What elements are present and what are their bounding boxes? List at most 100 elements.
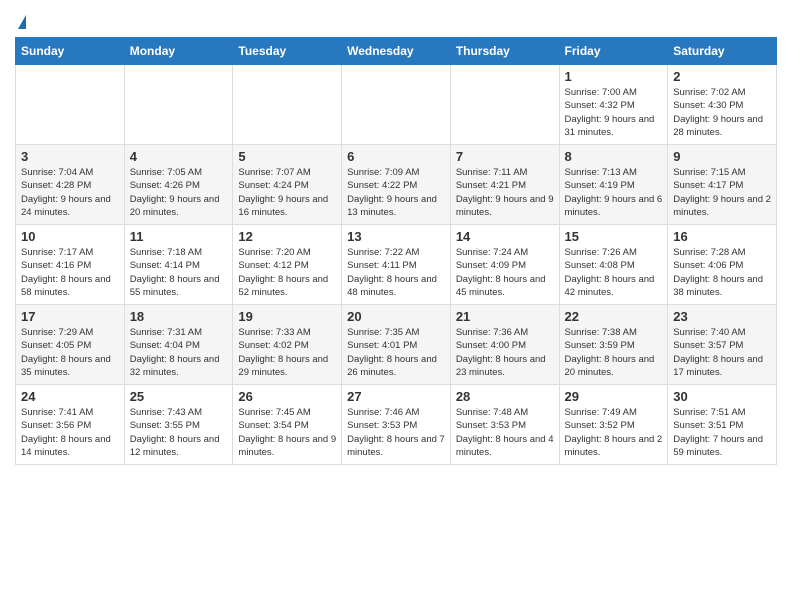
day-info: Sunrise: 7:29 AM Sunset: 4:05 PM Dayligh… xyxy=(21,326,119,379)
day-number: 20 xyxy=(347,309,445,324)
calendar-cell: 3 Sunrise: 7:04 AM Sunset: 4:28 PM Daylig… xyxy=(16,145,125,225)
day-info: Sunrise: 7:51 AM Sunset: 3:51 PM Dayligh… xyxy=(673,406,771,459)
day-info: Sunrise: 7:17 AM Sunset: 4:16 PM Dayligh… xyxy=(21,246,119,299)
calendar-cell: 8 Sunrise: 7:13 AM Sunset: 4:19 PM Daylig… xyxy=(559,145,668,225)
day-info: Sunrise: 7:04 AM Sunset: 4:28 PM Dayligh… xyxy=(21,166,119,219)
calendar-cell: 17 Sunrise: 7:29 AM Sunset: 4:05 PM Dayli… xyxy=(16,305,125,385)
calendar-cell: 2 Sunrise: 7:02 AM Sunset: 4:30 PM Daylig… xyxy=(668,65,777,145)
day-info: Sunrise: 7:48 AM Sunset: 3:53 PM Dayligh… xyxy=(456,406,554,459)
day-info: Sunrise: 7:41 AM Sunset: 3:56 PM Dayligh… xyxy=(21,406,119,459)
day-info: Sunrise: 7:15 AM Sunset: 4:17 PM Dayligh… xyxy=(673,166,771,219)
day-info: Sunrise: 7:11 AM Sunset: 4:21 PM Dayligh… xyxy=(456,166,554,219)
calendar-cell: 4 Sunrise: 7:05 AM Sunset: 4:26 PM Daylig… xyxy=(124,145,233,225)
day-info: Sunrise: 7:09 AM Sunset: 4:22 PM Dayligh… xyxy=(347,166,445,219)
calendar-week-row: 10 Sunrise: 7:17 AM Sunset: 4:16 PM Dayli… xyxy=(16,225,777,305)
calendar-week-row: 24 Sunrise: 7:41 AM Sunset: 3:56 PM Dayli… xyxy=(16,385,777,465)
calendar-week-row: 3 Sunrise: 7:04 AM Sunset: 4:28 PM Daylig… xyxy=(16,145,777,225)
calendar-cell: 10 Sunrise: 7:17 AM Sunset: 4:16 PM Dayli… xyxy=(16,225,125,305)
calendar-cell: 29Sunrise: 7:49 AM Sunset: 3:52 PM Dayli… xyxy=(559,385,668,465)
day-number: 9 xyxy=(673,149,771,164)
day-number: 14 xyxy=(456,229,554,244)
day-number: 11 xyxy=(130,229,228,244)
page-header xyxy=(15,10,777,29)
day-number: 7 xyxy=(456,149,554,164)
calendar-cell: 7 Sunrise: 7:11 AM Sunset: 4:21 PM Daylig… xyxy=(450,145,559,225)
day-number: 4 xyxy=(130,149,228,164)
day-info: Sunrise: 7:36 AM Sunset: 4:00 PM Dayligh… xyxy=(456,326,554,379)
day-info: Sunrise: 7:43 AM Sunset: 3:55 PM Dayligh… xyxy=(130,406,228,459)
calendar-cell: 14 Sunrise: 7:24 AM Sunset: 4:09 PM Dayli… xyxy=(450,225,559,305)
calendar-table: SundayMondayTuesdayWednesdayThursdayFrid… xyxy=(15,37,777,465)
header-monday: Monday xyxy=(124,38,233,65)
day-info: Sunrise: 7:45 AM Sunset: 3:54 PM Dayligh… xyxy=(238,406,336,459)
day-info: Sunrise: 7:05 AM Sunset: 4:26 PM Dayligh… xyxy=(130,166,228,219)
day-number: 8 xyxy=(565,149,663,164)
day-number: 25 xyxy=(130,389,228,404)
calendar-cell: 9 Sunrise: 7:15 AM Sunset: 4:17 PM Daylig… xyxy=(668,145,777,225)
day-info: Sunrise: 7:02 AM Sunset: 4:30 PM Dayligh… xyxy=(673,86,771,139)
day-number: 30 xyxy=(673,389,771,404)
calendar-cell: 30 Sunrise: 7:51 AM Sunset: 3:51 PM Dayli… xyxy=(668,385,777,465)
day-info: Sunrise: 7:38 AM Sunset: 3:59 PM Dayligh… xyxy=(565,326,663,379)
day-info: Sunrise: 7:26 AM Sunset: 4:08 PM Dayligh… xyxy=(565,246,663,299)
logo-triangle-icon xyxy=(18,15,26,29)
day-number: 13 xyxy=(347,229,445,244)
day-number: 3 xyxy=(21,149,119,164)
header-wednesday: Wednesday xyxy=(342,38,451,65)
calendar-week-row: 1 Sunrise: 7:00 AM Sunset: 4:32 PM Daylig… xyxy=(16,65,777,145)
day-number: 2 xyxy=(673,69,771,84)
calendar-cell: 1 Sunrise: 7:00 AM Sunset: 4:32 PM Daylig… xyxy=(559,65,668,145)
calendar-cell: 23 Sunrise: 7:40 AM Sunset: 3:57 PM Dayli… xyxy=(668,305,777,385)
calendar-cell xyxy=(16,65,125,145)
day-info: Sunrise: 7:00 AM Sunset: 4:32 PM Dayligh… xyxy=(565,86,663,139)
day-number: 1 xyxy=(565,69,663,84)
day-number: 22 xyxy=(565,309,663,324)
day-number: 18 xyxy=(130,309,228,324)
day-info: Sunrise: 7:49 AM Sunset: 3:52 PM Dayligh… xyxy=(565,406,663,459)
day-number: 17 xyxy=(21,309,119,324)
calendar-cell xyxy=(124,65,233,145)
calendar-cell: 26 Sunrise: 7:45 AM Sunset: 3:54 PM Dayli… xyxy=(233,385,342,465)
day-number: 28 xyxy=(456,389,554,404)
day-info: Sunrise: 7:40 AM Sunset: 3:57 PM Dayligh… xyxy=(673,326,771,379)
day-number: 23 xyxy=(673,309,771,324)
day-number: 27 xyxy=(347,389,445,404)
calendar-header-row: SundayMondayTuesdayWednesdayThursdayFrid… xyxy=(16,38,777,65)
calendar-cell: 6 Sunrise: 7:09 AM Sunset: 4:22 PM Daylig… xyxy=(342,145,451,225)
day-info: Sunrise: 7:24 AM Sunset: 4:09 PM Dayligh… xyxy=(456,246,554,299)
header-tuesday: Tuesday xyxy=(233,38,342,65)
header-friday: Friday xyxy=(559,38,668,65)
day-number: 26 xyxy=(238,389,336,404)
day-number: 21 xyxy=(456,309,554,324)
day-info: Sunrise: 7:28 AM Sunset: 4:06 PM Dayligh… xyxy=(673,246,771,299)
header-saturday: Saturday xyxy=(668,38,777,65)
day-number: 10 xyxy=(21,229,119,244)
calendar-cell: 5 Sunrise: 7:07 AM Sunset: 4:24 PM Daylig… xyxy=(233,145,342,225)
day-number: 12 xyxy=(238,229,336,244)
day-info: Sunrise: 7:46 AM Sunset: 3:53 PM Dayligh… xyxy=(347,406,445,459)
calendar-cell: 16Sunrise: 7:28 AM Sunset: 4:06 PM Dayli… xyxy=(668,225,777,305)
calendar-cell: 25 Sunrise: 7:43 AM Sunset: 3:55 PM Dayli… xyxy=(124,385,233,465)
logo xyxy=(15,10,26,29)
header-thursday: Thursday xyxy=(450,38,559,65)
day-info: Sunrise: 7:20 AM Sunset: 4:12 PM Dayligh… xyxy=(238,246,336,299)
day-info: Sunrise: 7:07 AM Sunset: 4:24 PM Dayligh… xyxy=(238,166,336,219)
calendar-cell xyxy=(450,65,559,145)
calendar-cell xyxy=(342,65,451,145)
calendar-cell xyxy=(233,65,342,145)
day-number: 19 xyxy=(238,309,336,324)
day-number: 24 xyxy=(21,389,119,404)
day-info: Sunrise: 7:35 AM Sunset: 4:01 PM Dayligh… xyxy=(347,326,445,379)
day-number: 5 xyxy=(238,149,336,164)
calendar-cell: 27 Sunrise: 7:46 AM Sunset: 3:53 PM Dayli… xyxy=(342,385,451,465)
day-info: Sunrise: 7:31 AM Sunset: 4:04 PM Dayligh… xyxy=(130,326,228,379)
day-number: 6 xyxy=(347,149,445,164)
day-info: Sunrise: 7:13 AM Sunset: 4:19 PM Dayligh… xyxy=(565,166,663,219)
calendar-cell: 18 Sunrise: 7:31 AM Sunset: 4:04 PM Dayli… xyxy=(124,305,233,385)
day-number: 15 xyxy=(565,229,663,244)
calendar-cell: 13Sunrise: 7:22 AM Sunset: 4:11 PM Dayli… xyxy=(342,225,451,305)
day-info: Sunrise: 7:33 AM Sunset: 4:02 PM Dayligh… xyxy=(238,326,336,379)
calendar-cell: 20 Sunrise: 7:35 AM Sunset: 4:01 PM Dayli… xyxy=(342,305,451,385)
calendar-cell: 22 Sunrise: 7:38 AM Sunset: 3:59 PM Dayli… xyxy=(559,305,668,385)
calendar-cell: 12 Sunrise: 7:20 AM Sunset: 4:12 PM Dayli… xyxy=(233,225,342,305)
